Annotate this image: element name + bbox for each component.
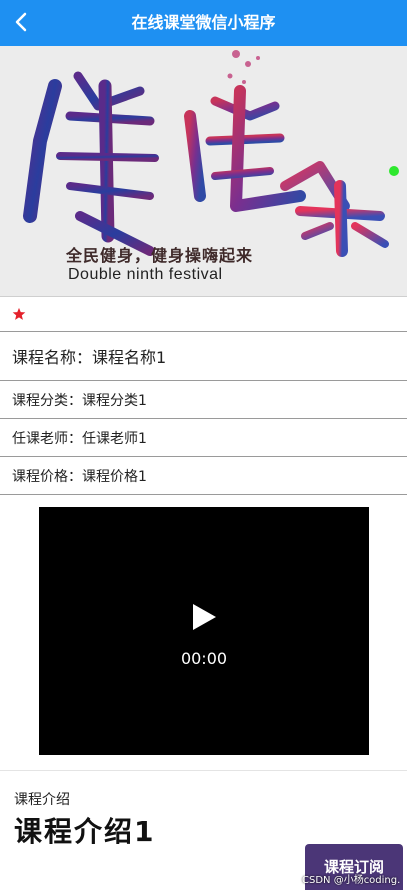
intro-label: 课程介绍 [14, 792, 70, 808]
video-player[interactable]: 00:00 [39, 507, 369, 755]
back-button[interactable] [8, 7, 38, 37]
course-price-value: 课程价格1 [82, 468, 147, 485]
play-icon[interactable] [192, 604, 216, 630]
banner-image: 全民健身，健身操嗨起来 Double ninth festival [0, 46, 407, 296]
course-category-row: 课程分类： 课程分类1 [0, 381, 407, 419]
chevron-left-icon [15, 12, 27, 32]
course-name-value: 课程名称1 [92, 348, 167, 367]
banner-indicator-dot [389, 166, 399, 176]
course-teacher-label: 任课老师： [12, 430, 82, 447]
star-icon[interactable] [12, 307, 26, 321]
course-category-label: 课程分类： [12, 392, 82, 409]
intro-content: 课程介绍1 [14, 815, 156, 848]
course-teacher-value: 任课老师1 [82, 430, 147, 447]
course-category-value: 课程分类1 [82, 392, 147, 409]
course-price-label: 课程价格： [12, 468, 82, 485]
course-price-row: 课程价格： 课程价格1 [0, 457, 407, 495]
favorite-row [0, 296, 407, 332]
banner-subtitle: 全民健身，健身操嗨起来 [66, 246, 254, 265]
video-section: 00:00 [0, 495, 407, 771]
course-teacher-row: 任课老师： 任课老师1 [0, 419, 407, 457]
nav-bar: 在线课堂微信小程序 [0, 0, 407, 46]
page-title: 在线课堂微信小程序 [131, 13, 276, 32]
course-info: 课程名称： 课程名称1 课程分类： 课程分类1 任课老师： 任课老师1 课程价格： 课程… [0, 296, 407, 495]
course-name-label: 课程名称： [12, 348, 93, 367]
watermark: CSDN @小杨coding. [302, 875, 401, 886]
banner-english-text: Double ninth festival [68, 266, 223, 283]
video-time: 00:00 [180, 649, 228, 668]
course-name-row: 课程名称： 课程名称1 [0, 332, 407, 381]
